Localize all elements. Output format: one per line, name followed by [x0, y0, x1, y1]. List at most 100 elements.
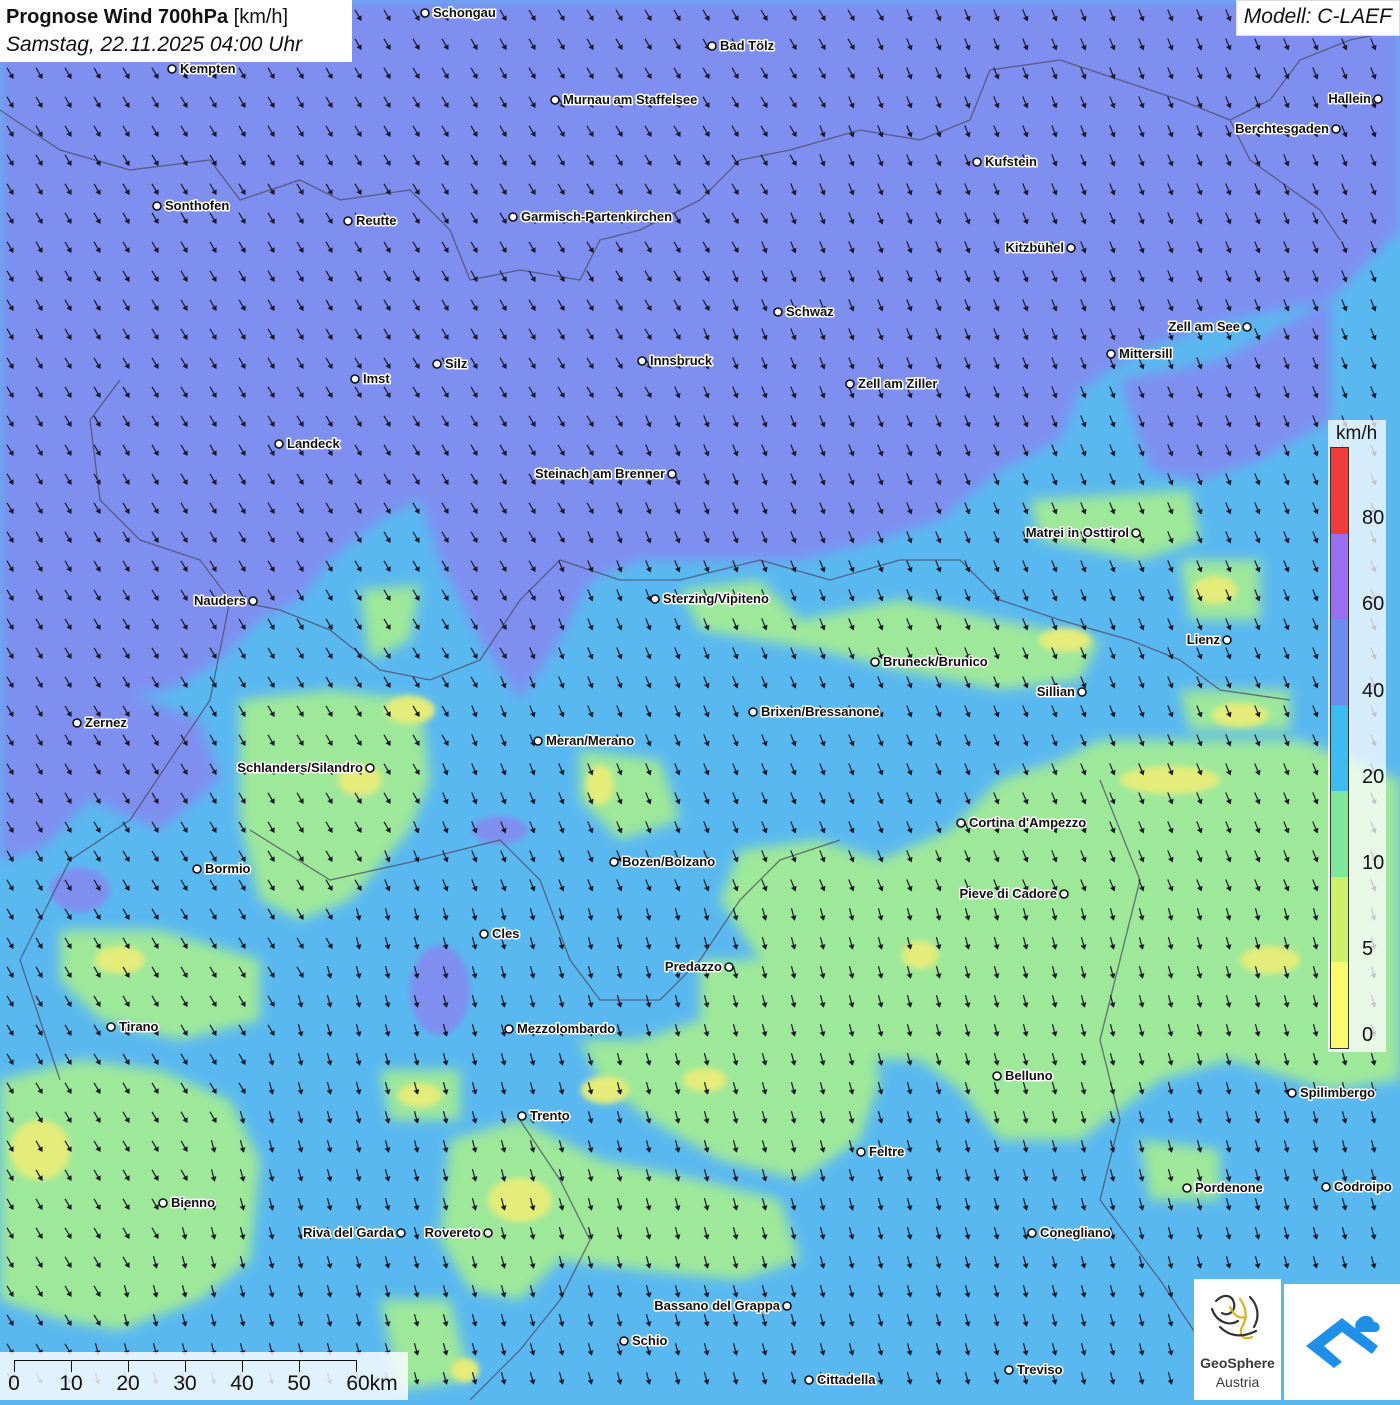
city-label: Tirano — [119, 1019, 159, 1034]
city-label: Riva del Garda — [303, 1225, 395, 1240]
city-dot-icon — [782, 1301, 792, 1311]
city-marker[interactable]: Conegliano — [1027, 1224, 1112, 1242]
city-dot-icon — [619, 1336, 629, 1346]
city-marker[interactable]: Brixen/Bressanone — [748, 703, 881, 721]
map-title-unit: [km/h] — [233, 6, 289, 28]
city-dot-icon — [158, 1198, 168, 1208]
city-marker[interactable]: Zell am Ziller — [845, 375, 939, 393]
city-marker[interactable]: Bruneck/Brunico — [870, 653, 989, 671]
city-dot-icon — [192, 864, 202, 874]
city-dot-icon — [1066, 243, 1076, 253]
city-marker[interactable]: Riva del Garda — [301, 1224, 406, 1242]
city-marker[interactable]: Garmisch-Partenkirchen — [508, 208, 674, 226]
city-marker[interactable]: Cortina d'Ampezzo — [956, 814, 1088, 832]
city-label: Garmisch-Partenkirchen — [521, 209, 672, 224]
city-dot-icon — [1331, 124, 1341, 134]
city-dot-icon — [609, 857, 619, 867]
legend-segment — [1331, 876, 1348, 963]
scale-label-30: 30 — [173, 1372, 197, 1395]
city-label: Imst — [363, 371, 390, 386]
city-dot-icon — [483, 1228, 493, 1238]
zone-yellow — [488, 1178, 552, 1222]
zone-yellow — [1240, 946, 1300, 974]
city-marker[interactable]: Berchtesgaden — [1234, 120, 1341, 138]
city-dot-icon — [870, 657, 880, 667]
city-marker[interactable]: Zell am See — [1167, 318, 1252, 336]
city-label: Bozen/Bolzano — [622, 854, 715, 869]
city-label: Meran/Merano — [546, 733, 634, 748]
city-marker[interactable]: Matrei in Osttirol — [1024, 524, 1141, 542]
map-title: Prognose Wind 700hPa [km/h] — [6, 4, 346, 31]
legend-tick-80: 80 — [1362, 507, 1385, 529]
geosphere-logo[interactable]: GeoSphere Austria — [1194, 1279, 1281, 1400]
geosphere-logo-line2: Austria — [1215, 1374, 1260, 1390]
scale-label-20: 20 — [116, 1372, 140, 1395]
city-marker[interactable]: Schongau — [420, 4, 497, 22]
city-dot-icon — [1287, 1088, 1297, 1098]
city-label: Bruneck/Brunico — [883, 654, 988, 669]
app-home-icon — [1306, 1315, 1380, 1368]
zone-strong-blue — [410, 945, 470, 1035]
city-label: Bienno — [171, 1195, 215, 1210]
city-dot-icon — [1131, 528, 1141, 538]
scale-label-50: 50 — [287, 1372, 311, 1395]
city-label: Mittersill — [1119, 346, 1172, 361]
city-dot-icon — [748, 707, 758, 717]
zone-yellow — [683, 1068, 727, 1092]
city-marker[interactable]: Mezzolombardo — [504, 1020, 617, 1038]
scale-tick — [356, 1360, 357, 1372]
city-dot-icon — [106, 1022, 116, 1032]
city-label: Belluno — [1005, 1068, 1053, 1083]
city-dot-icon — [707, 41, 717, 51]
city-dot-icon — [972, 157, 982, 167]
city-dot-icon — [274, 439, 284, 449]
city-marker[interactable]: Innsbruck — [637, 352, 714, 370]
city-dot-icon — [1059, 889, 1069, 899]
scale-tick — [242, 1360, 243, 1372]
city-label: Cortina d'Ampezzo — [969, 815, 1086, 830]
city-label: Reutte — [356, 213, 396, 228]
model-label: Modell: C-LAEF — [1235, 0, 1400, 36]
city-label: Kempten — [180, 61, 236, 76]
city-label: Rovereto — [425, 1225, 481, 1240]
wind-map[interactable]: Schongau Bad Tölz Kempten Murnau am Staffel… — [0, 0, 1400, 1400]
city-label: Treviso — [1017, 1362, 1063, 1377]
city-dot-icon — [667, 469, 677, 479]
city-marker[interactable]: Sonthofen — [152, 197, 231, 215]
city-marker[interactable]: Schlanders/Silandro — [236, 759, 375, 777]
city-dot-icon — [350, 374, 360, 384]
city-dot-icon — [845, 379, 855, 389]
zone-yellow — [95, 946, 145, 974]
city-dot-icon — [533, 736, 543, 746]
weather-app-logo[interactable] — [1284, 1284, 1400, 1400]
city-label: Bormio — [205, 861, 251, 876]
city-marker[interactable]: Steinach am Brenner — [533, 465, 677, 483]
scale-bar: 0 10 20 30 40 50 60km — [0, 1352, 408, 1400]
city-marker[interactable]: Meran/Merano — [533, 732, 636, 750]
city-label: Zell am See — [1168, 319, 1240, 334]
city-marker[interactable]: Sterzing/Vipiteno — [650, 590, 770, 608]
city-dot-icon — [365, 763, 375, 773]
city-label: Sonthofen — [165, 198, 229, 213]
city-label: Zell am Ziller — [858, 376, 937, 391]
city-dot-icon — [432, 359, 442, 369]
scale-tick — [128, 1360, 129, 1372]
city-marker[interactable]: Murnau am Staffelsee — [550, 91, 699, 109]
zone-strong-blue — [50, 868, 110, 912]
city-dot-icon — [724, 962, 734, 972]
city-marker[interactable]: Bozen/Bolzano — [609, 853, 717, 871]
city-label: Bassano del Grappa — [654, 1298, 780, 1313]
city-label: Schwaz — [786, 304, 834, 319]
city-dot-icon — [508, 212, 518, 222]
city-marker[interactable]: Pieve di Cadore — [958, 885, 1069, 903]
city-marker[interactable]: Spilimbergo — [1287, 1084, 1377, 1102]
city-label: Sterzing/Vipiteno — [663, 591, 769, 606]
legend-tick-60: 60 — [1362, 593, 1385, 615]
city-marker[interactable]: Bassano del Grappa — [653, 1297, 792, 1315]
city-label: Sillian — [1037, 684, 1075, 699]
city-label: Zernez — [85, 715, 127, 730]
scale-label-0: 0 — [8, 1372, 20, 1395]
forecast-datetime: Samstag, 22.11.2025 04:00 Uhr — [6, 33, 303, 56]
city-marker[interactable]: Pordenone — [1182, 1179, 1264, 1197]
city-dot-icon — [650, 594, 660, 604]
